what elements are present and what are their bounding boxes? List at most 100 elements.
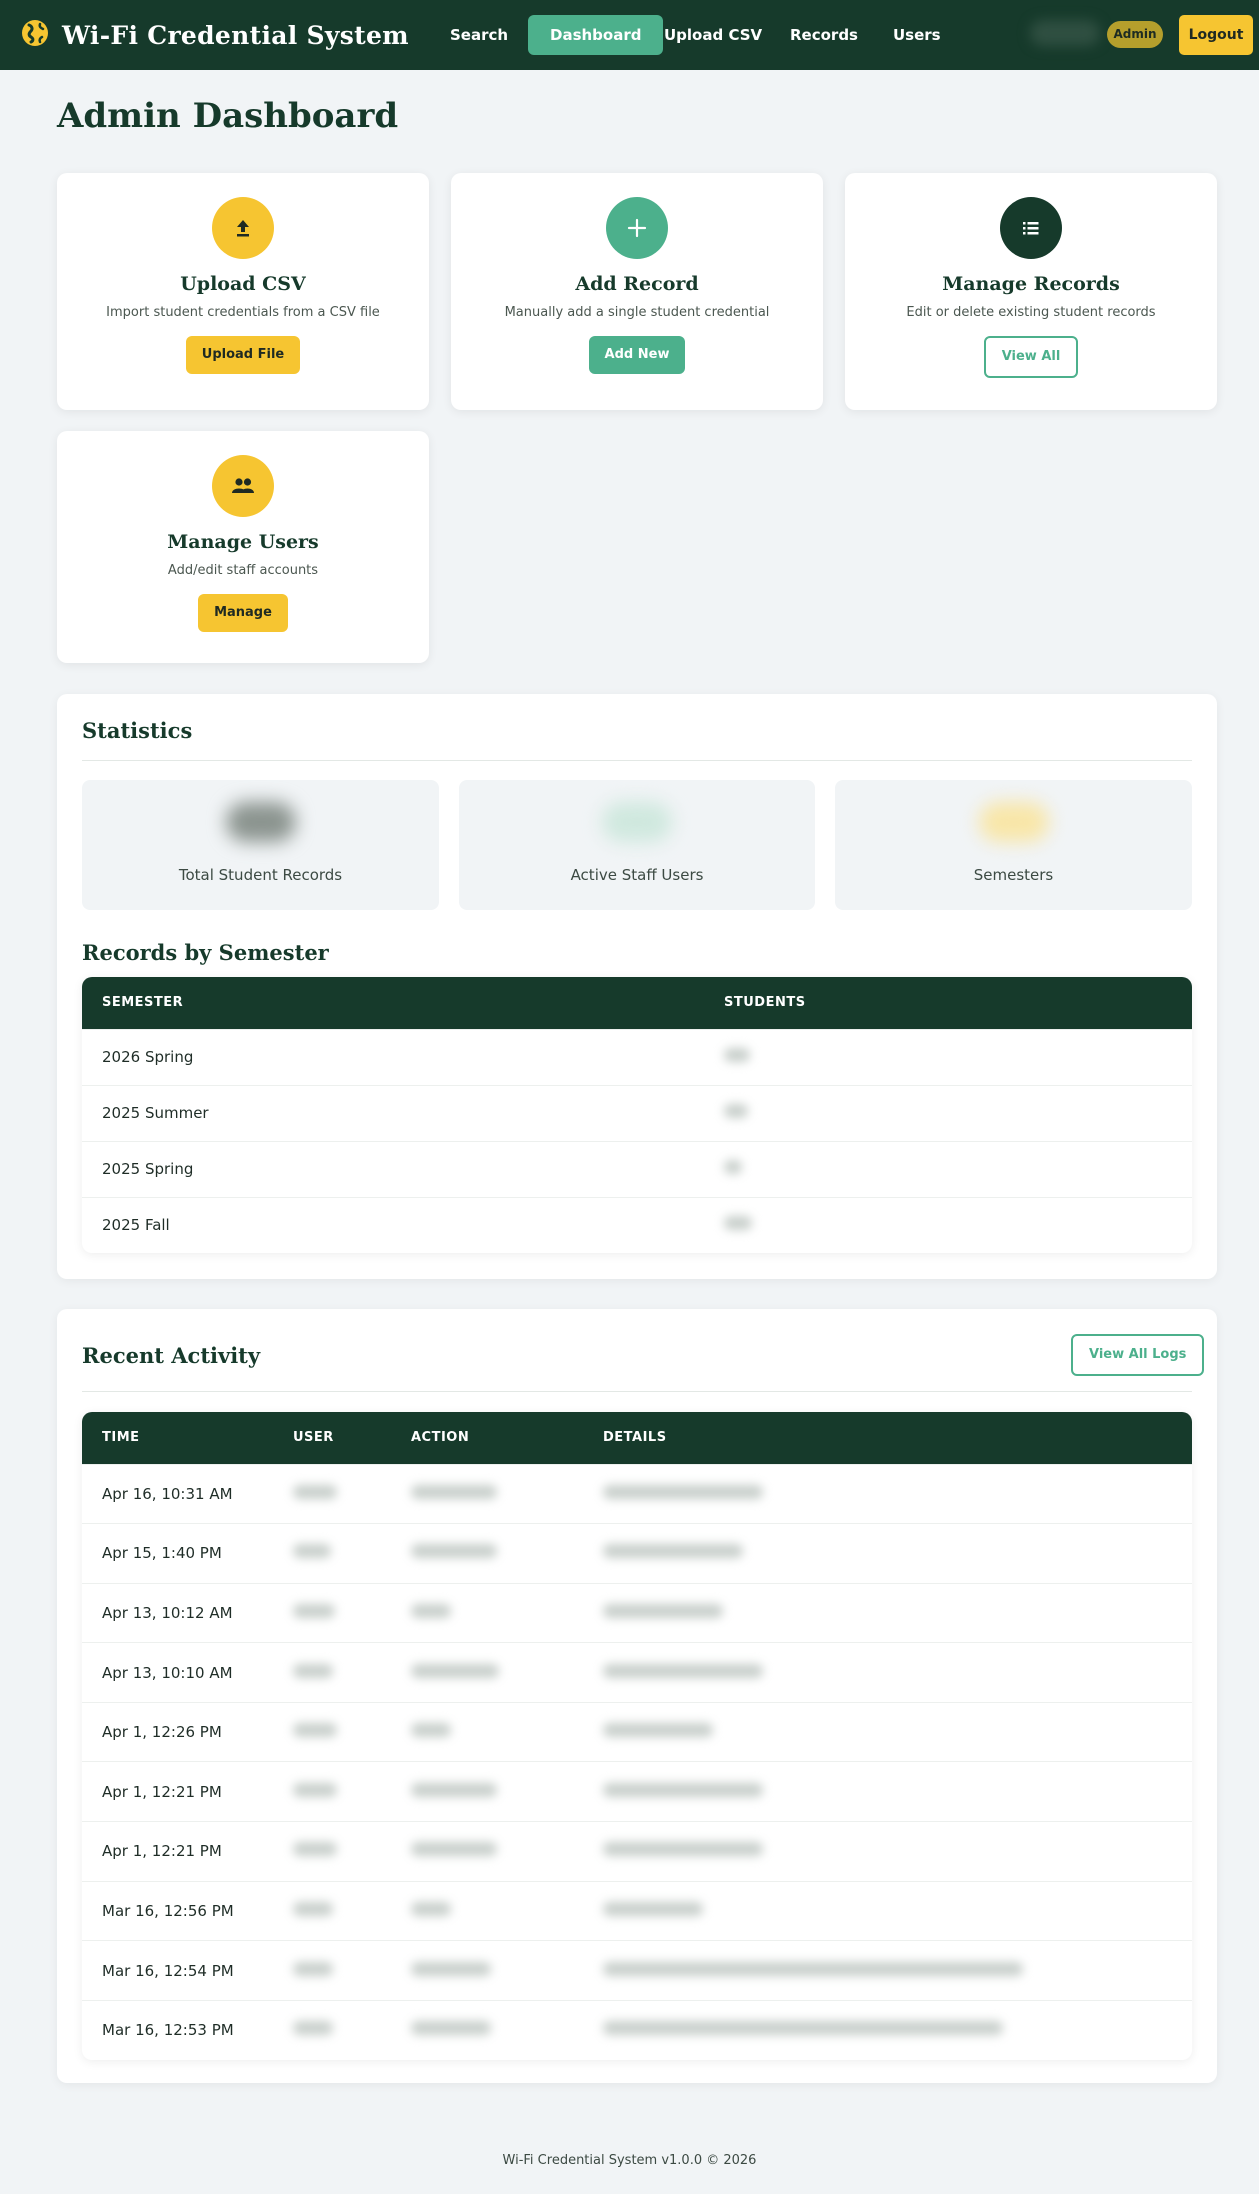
stat-active-staff: Active Staff Users [459,780,815,910]
manage-users-card: Manage Users Add/edit staff accounts Man… [57,431,429,663]
time-cell: Mar 16, 12:56 PM [82,1880,273,1941]
table-row: Apr 1, 12:26 PM [82,1701,1192,1762]
semester-cell: 2026 Spring [82,1028,704,1085]
details-cell [583,1761,1192,1822]
divider [82,760,1192,761]
footer: Wi-Fi Credential System v1.0.0 © 2026 [502,2153,757,2168]
action-cell [391,1940,583,2001]
list-icon [1000,197,1062,259]
details-cell [583,1582,1192,1643]
students-count-cell [704,1028,1192,1085]
brand[interactable]: Wi-Fi Credential System [20,18,409,52]
upload-file-button[interactable]: Upload File [185,336,301,374]
column-header-details: DETAILS [583,1412,1192,1464]
column-header-time: TIME [82,1412,273,1464]
table-row: Mar 16, 12:56 PM [82,1880,1192,1941]
upload-icon [212,197,274,259]
semester-cell: 2025 Summer [82,1084,704,1141]
user-cell [273,1701,391,1762]
time-cell: Apr 1, 12:26 PM [82,1701,273,1762]
details-cell [583,1940,1192,2001]
time-cell: Apr 13, 10:10 AM [82,1642,273,1703]
stat-value [602,802,672,842]
table-row: Mar 16, 12:53 PM [82,1999,1192,2060]
recent-activity-title: Recent Activity [82,1343,261,1368]
user-cell [273,1463,391,1524]
user-cell [273,1880,391,1941]
card-description: Edit or delete existing student records [906,305,1156,320]
action-cell [391,1761,583,1822]
view-all-logs-button[interactable]: View All Logs [1071,1334,1205,1376]
users-icon [212,455,274,517]
time-cell: Mar 16, 12:54 PM [82,1940,273,2001]
stat-semesters: Semesters [835,780,1192,910]
top-navbar: Wi-Fi Credential System Search Dashboard… [0,0,1259,70]
table-row: Apr 1, 12:21 PM [82,1821,1192,1882]
stat-label: Semesters [973,866,1054,884]
table-row: 2025 Summer [82,1084,1192,1141]
add-new-button[interactable]: Add New [588,336,686,374]
view-all-button[interactable]: View All [983,336,1079,378]
semester-cell: 2025 Fall [82,1196,704,1253]
app-title: Wi-Fi Credential System [62,20,409,50]
table-row: Mar 16, 12:54 PM [82,1940,1192,2001]
action-cell [391,1999,583,2060]
action-cell [391,1463,583,1524]
add-record-card: Add Record Manually add a single student… [451,173,823,410]
details-cell [583,1701,1192,1762]
activity-table: TIME USER ACTION DETAILS Apr 16, 10:31 A… [82,1412,1192,2060]
column-header-action: ACTION [391,1412,583,1464]
stat-value [225,802,296,842]
students-count-cell [704,1196,1192,1253]
students-count-cell [704,1084,1192,1141]
manage-button[interactable]: Manage [198,594,288,632]
details-cell [583,1821,1192,1882]
action-cell [391,1701,583,1762]
card-title: Manage Users [167,531,319,553]
table-row: Apr 16, 10:31 AM [82,1463,1192,1524]
statistics-title: Statistics [82,718,193,743]
column-header-semester: SEMESTER [82,977,704,1029]
logout-button[interactable]: Logout [1179,15,1253,55]
upload-csv-card: Upload CSV Import student credentials fr… [57,173,429,410]
card-description: Add/edit staff accounts [167,563,319,578]
time-cell: Apr 1, 12:21 PM [82,1761,273,1822]
nav-search[interactable]: Search [428,15,530,55]
semester-table: SEMESTER STUDENTS 2026 Spring 2025 Summe… [82,977,1192,1253]
user-cell [273,1582,391,1643]
nav-users[interactable]: Users [871,15,963,55]
action-cell [391,1582,583,1643]
nav-records[interactable]: Records [768,15,880,55]
action-cell [391,1821,583,1882]
column-header-students: STUDENTS [704,977,1192,1029]
user-cell [273,1761,391,1822]
details-cell [583,1880,1192,1941]
records-by-semester-title: Records by Semester [82,940,329,965]
card-description: Import student credentials from a CSV fi… [106,305,380,320]
stat-value [978,802,1049,842]
card-description: Manually add a single student credential [504,305,770,320]
time-cell: Apr 13, 10:12 AM [82,1582,273,1643]
divider [82,1391,1192,1392]
table-row: Apr 1, 12:21 PM [82,1761,1192,1822]
details-cell [583,1463,1192,1524]
table-row: 2025 Fall [82,1196,1192,1253]
stat-label: Total Student Records [178,866,343,884]
action-cell [391,1642,583,1703]
user-cell [273,1523,391,1584]
table-row: 2026 Spring [82,1028,1192,1085]
card-title: Add Record [575,273,699,295]
user-cell [273,1940,391,2001]
time-cell: Mar 16, 12:53 PM [82,1999,273,2060]
current-user-name [1030,20,1100,46]
user-cell [273,1999,391,2060]
action-cell [391,1523,583,1584]
students-count-cell [704,1140,1192,1197]
details-cell [583,1642,1192,1703]
time-cell: Apr 16, 10:31 AM [82,1463,273,1524]
details-cell [583,1523,1192,1584]
table-row: Apr 15, 1:40 PM [82,1523,1192,1584]
nav-upload-csv[interactable]: Upload CSV [642,15,784,55]
action-cell [391,1880,583,1941]
time-cell: Apr 15, 1:40 PM [82,1523,273,1584]
